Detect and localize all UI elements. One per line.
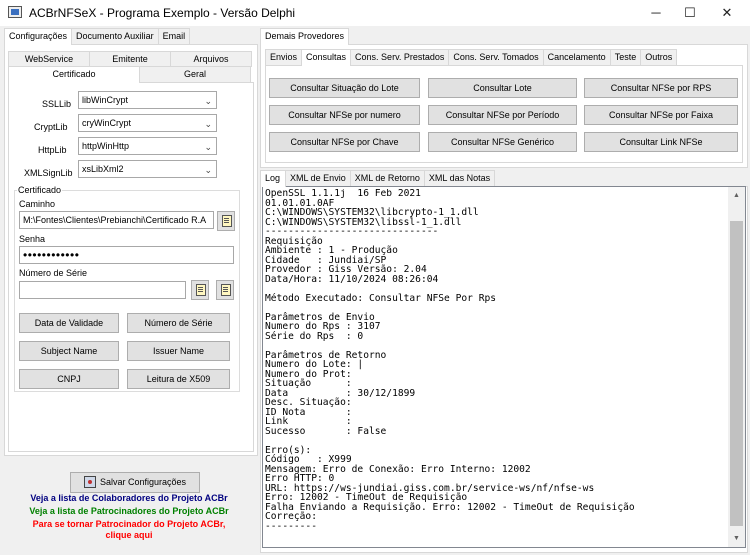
ssllib-select[interactable]: libWinCrypt ⌄ xyxy=(78,91,217,109)
window-title: ACBrNFSeX - Programa Exemplo - Versão De… xyxy=(29,6,296,20)
colaboradores-link[interactable]: Veja a lista de Colaboradores do Projeto… xyxy=(0,493,258,503)
operation-tabs: Envios Consultas Cons. Serv. Prestados C… xyxy=(265,49,678,66)
log-memo[interactable]: OpenSSL 1.1.1j 16 Feb 2021 01.01.01.0AF C:… xyxy=(262,186,746,548)
log-line: Mensagem: Erro de Conexão: Erro Interno:… xyxy=(265,463,531,475)
tornar-patrocinador-link[interactable]: Para se tornar Patrocinador do Projeto A… xyxy=(0,519,258,529)
ssllib-value: libWinCrypt xyxy=(82,95,129,105)
config-subtabs-row1: WebService Emitente Arquivos xyxy=(8,51,252,67)
log-line: Data/Hora: 11/10/2024 08:26:04 xyxy=(265,273,439,285)
log-scrollbar[interactable]: ▲ ▼ xyxy=(728,187,745,547)
data-validade-button[interactable]: Data de Validade xyxy=(19,313,119,333)
tab-configuracoes[interactable]: Configurações xyxy=(4,28,73,45)
close-button[interactable]: ✕ xyxy=(704,0,750,26)
tab-xml-retorno[interactable]: XML de Retorno xyxy=(349,170,425,186)
ssllib-label: SSLLib xyxy=(42,99,72,109)
numero-serie-field[interactable] xyxy=(19,281,186,299)
consultar-nfse-rps-button[interactable]: Consultar NFSe por RPS xyxy=(584,78,738,98)
tab-cancelamento[interactable]: Cancelamento xyxy=(542,49,611,65)
numero-serie-button[interactable]: Número de Série xyxy=(127,313,230,333)
tab-webservice[interactable]: WebService xyxy=(8,51,90,67)
caminho-label: Caminho xyxy=(19,199,56,209)
xmlsignlib-value: xsLibXml2 xyxy=(82,164,124,174)
senha-label: Senha xyxy=(19,234,46,244)
tab-xml-envio[interactable]: XML de Envio xyxy=(285,170,351,186)
consultar-lote-button[interactable]: Consultar Lote xyxy=(428,78,577,98)
consultar-nfse-numero-button[interactable]: Consultar NFSe por numero xyxy=(269,105,420,125)
consultar-situacao-lote-button[interactable]: Consultar Situação do Lote xyxy=(269,78,420,98)
xmlsignlib-label: XMLSignLib xyxy=(24,168,73,178)
tab-arquivos[interactable]: Arquivos xyxy=(170,51,252,67)
app-icon xyxy=(8,6,22,18)
log-line: OpenSSL 1.1.1j 16 Feb 2021 xyxy=(265,189,421,199)
httplib-select[interactable]: httpWinHttp ⌄ xyxy=(78,137,217,155)
config-tabs: Configurações Documento Auxiliar Email xyxy=(4,28,191,45)
patrocinadores-link[interactable]: Veja a lista de Patrocinadores do Projet… xyxy=(0,506,258,516)
tab-cons-serv-prestados[interactable]: Cons. Serv. Prestados xyxy=(350,49,450,65)
subject-name-button[interactable]: Subject Name xyxy=(19,341,119,361)
consultar-nfse-periodo-button[interactable]: Consultar NFSe por Período xyxy=(428,105,577,125)
log-line: Método Executado: Consultar NFSe Por Rps xyxy=(265,292,497,304)
tab-outros[interactable]: Outros xyxy=(640,49,678,65)
chevron-down-icon: ⌄ xyxy=(204,96,212,106)
issuer-name-button[interactable]: Issuer Name xyxy=(127,341,230,361)
log-line: --------- xyxy=(265,520,317,532)
chevron-down-icon: ⌄ xyxy=(204,119,212,129)
save-settings-icon xyxy=(84,476,96,488)
consultar-nfse-generico-button[interactable]: Consultar NFSe Genérico xyxy=(428,132,577,152)
tab-cons-serv-tomados[interactable]: Cons. Serv. Tomados xyxy=(448,49,544,65)
cnpj-button[interactable]: CNPJ xyxy=(19,369,119,389)
browse-file-icon[interactable] xyxy=(217,211,235,231)
scroll-thumb[interactable] xyxy=(730,221,743,526)
log-text[interactable]: OpenSSL 1.1.1j 16 Feb 2021 01.01.01.0AF C:… xyxy=(265,189,727,545)
tab-geral[interactable]: Geral xyxy=(139,66,251,82)
chevron-down-icon: ⌄ xyxy=(204,142,212,152)
tab-email[interactable]: Email xyxy=(157,28,191,44)
cryptlib-label: CryptLib xyxy=(34,122,68,132)
consultar-link-nfse-button[interactable]: Consultar Link NFSe xyxy=(584,132,738,152)
scroll-down-icon[interactable]: ▼ xyxy=(728,530,745,547)
httplib-label: HttpLib xyxy=(38,145,67,155)
salvar-configuracoes-label: Salvar Configurações xyxy=(99,477,187,487)
tab-envios[interactable]: Envios xyxy=(265,49,303,65)
caminho-field[interactable]: M:\Fontes\Clientes\Prebianchi\Certificad… xyxy=(19,211,214,229)
tab-certificado[interactable]: Certificado xyxy=(8,66,140,83)
log-line: Falha Enviando a Requisição. Erro: 12002… xyxy=(265,501,635,513)
log-tabs: Log XML de Envio XML de Retorno XML das … xyxy=(260,170,496,187)
leitura-x509-button[interactable]: Leitura de X509 xyxy=(127,369,230,389)
numero-serie-label: Número de Série xyxy=(19,268,88,278)
tab-documento-auxiliar[interactable]: Documento Auxiliar xyxy=(71,28,159,44)
select-certificate-list-icon[interactable] xyxy=(216,280,234,300)
config-subtabs-row2: Certificado Geral xyxy=(8,66,251,83)
log-line: ------------------------------ xyxy=(265,226,439,237)
title-bar: ACBrNFSeX - Programa Exemplo - Versão De… xyxy=(0,0,750,26)
clique-aqui-link[interactable]: clique aqui xyxy=(0,530,258,540)
consultar-nfse-chave-button[interactable]: Consultar NFSe por Chave xyxy=(269,132,420,152)
cryptlib-value: cryWinCrypt xyxy=(82,118,131,128)
tab-xml-notas[interactable]: XML das Notas xyxy=(423,170,496,186)
tab-demais-provedores[interactable]: Demais Provedores xyxy=(260,28,350,45)
tab-log[interactable]: Log xyxy=(260,170,286,187)
senha-field[interactable]: •••••••••••• xyxy=(19,246,234,264)
xmlsignlib-select[interactable]: xsLibXml2 ⌄ xyxy=(78,160,217,178)
log-line: Série do Rps : 0 xyxy=(265,330,364,342)
certificado-group-title: Certificado xyxy=(17,185,63,195)
salvar-configuracoes-button[interactable]: Salvar Configurações xyxy=(70,472,200,493)
log-line: Correção: xyxy=(265,511,317,522)
consultar-nfse-faixa-button[interactable]: Consultar NFSe por Faixa xyxy=(584,105,738,125)
provider-tabs: Demais Provedores xyxy=(260,28,350,45)
log-line: Sucesso : False xyxy=(265,425,387,437)
select-certificate-icon[interactable] xyxy=(191,280,209,300)
scroll-up-icon[interactable]: ▲ xyxy=(728,187,745,204)
tab-teste[interactable]: Teste xyxy=(609,49,642,65)
tab-emitente[interactable]: Emitente xyxy=(89,51,171,67)
chevron-down-icon: ⌄ xyxy=(204,165,212,175)
tab-consultas[interactable]: Consultas xyxy=(301,49,352,66)
cryptlib-select[interactable]: cryWinCrypt ⌄ xyxy=(78,114,217,132)
httplib-value: httpWinHttp xyxy=(82,141,130,151)
